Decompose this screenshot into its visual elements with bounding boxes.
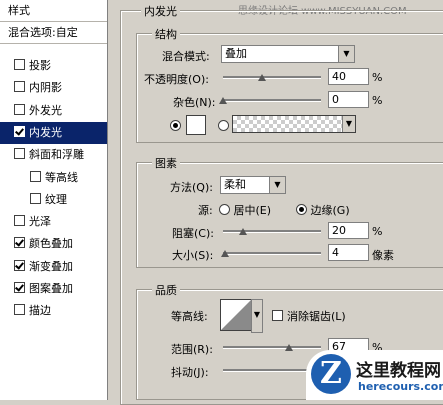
style-checkbox[interactable] [14,282,25,293]
size-slider-thumb[interactable] [220,250,229,257]
style-item[interactable]: 等高线 [0,167,107,189]
style-item-label: 投影 [29,59,51,72]
style-checkbox[interactable] [14,59,25,70]
styles-header[interactable]: 样式 [0,0,107,22]
source-center-label: 居中(E) [233,204,272,217]
style-checkbox[interactable] [14,215,25,227]
gradient-radio[interactable] [218,120,229,133]
choke-input[interactable]: 20 [328,222,369,239]
logo-url: herecours.com [358,380,443,393]
chevron-down-icon[interactable]: ▼ [342,116,355,132]
source-edge-label: 边缘(G) [310,204,350,217]
opacity-unit: % [372,71,383,84]
contour-preview[interactable] [220,299,252,331]
opacity-label: 不透明度(O): [144,73,209,86]
size-label: 大小(S): [172,249,214,262]
method-value: 柔和 [224,178,246,191]
chevron-down-icon[interactable]: ▼ [338,46,354,62]
size-input[interactable]: 4 [328,244,369,261]
source-edge-radio[interactable] [296,204,307,215]
source-edge-option[interactable]: 边缘(G) [296,202,350,218]
source-center-option[interactable]: 居中(E) [219,202,271,218]
range-slider-thumb[interactable] [284,344,293,351]
style-checkbox[interactable] [14,125,25,137]
inner-glow-title: 内发光 [141,3,180,19]
style-item[interactable]: 描边 [0,300,107,322]
style-checkbox[interactable] [14,148,25,160]
opacity-slider-thumb[interactable] [258,74,267,81]
style-item[interactable]: 纹理 [0,189,107,211]
site-logo: Z 这里教程网 herecours.com [306,350,443,400]
style-item-label: 图案叠加 [29,282,73,295]
style-item-label: 描边 [29,304,51,318]
chevron-down-icon[interactable]: ▼ [251,299,263,333]
noise-slider-thumb[interactable] [219,97,227,104]
blend-mode-value: 叠加 [225,47,247,60]
contour-curve-icon [221,300,251,330]
style-item[interactable]: 图案叠加 [0,278,107,300]
opacity-slider-track[interactable] [223,76,321,79]
style-item-label: 纹理 [45,192,67,206]
noise-input[interactable]: 0 [328,91,369,108]
range-slider-track[interactable] [223,346,321,349]
contour-label: 等高线: [171,310,208,323]
anti-alias-option[interactable]: 消除锯齿(L) [272,308,346,324]
method-label: 方法(Q): [170,181,213,194]
styles-list: 样式 混合选项:自定 投影内阴影外发光内发光斜面和浮雕等高线纹理光泽颜色叠加渐变… [0,0,108,400]
glow-color-swatch[interactable] [186,115,206,135]
style-item-label: 等高线 [45,170,78,184]
solid-color-radio[interactable] [170,120,181,133]
gradient-picker[interactable]: ▼ [232,115,356,133]
jitter-label: 抖动(J): [171,366,209,379]
style-checkbox[interactable] [14,237,25,249]
style-checkbox[interactable] [14,304,25,316]
style-item[interactable]: 渐变叠加 [0,256,107,278]
noise-unit: % [372,94,383,107]
noise-slider-track[interactable] [223,99,321,102]
choke-label: 阻塞(C): [172,227,214,240]
elements-title: 图素 [152,155,180,171]
size-slider-track[interactable] [223,252,321,255]
range-label: 范围(R): [171,343,213,356]
noise-label: 杂色(N): [173,96,216,109]
method-select[interactable]: 柔和 ▼ [220,176,286,194]
style-item[interactable]: 内发光 [0,121,107,144]
anti-alias-checkbox[interactable] [272,310,283,321]
style-item-label: 光泽 [29,215,51,229]
logo-title: 这里教程网 [356,361,441,381]
choke-unit: % [372,225,383,238]
style-checkbox[interactable] [30,170,41,182]
style-checkbox[interactable] [14,81,25,93]
style-item[interactable]: 外发光 [0,100,107,122]
structure-title: 结构 [152,26,180,42]
blend-options-item[interactable]: 混合选项:自定 [0,22,107,44]
anti-alias-label: 消除锯齿(L) [287,310,346,323]
source-label: 源: [198,204,213,217]
style-item-label: 外发光 [29,103,62,117]
style-item[interactable]: 颜色叠加 [0,233,107,255]
style-item-label: 内阴影 [29,81,62,95]
style-item-label: 颜色叠加 [29,237,73,251]
choke-slider-thumb[interactable] [238,228,247,235]
logo-z-icon: Z [311,354,351,394]
source-center-radio[interactable] [219,204,230,215]
style-checkbox[interactable] [14,103,25,115]
style-item-label: 渐变叠加 [29,259,73,273]
blend-mode-label: 混合模式: [162,50,210,63]
style-item[interactable]: 内阴影 [0,77,107,99]
opacity-input[interactable]: 40 [328,68,369,85]
size-unit: 像素 [372,249,394,262]
style-item[interactable]: 斜面和浮雕 [0,144,107,166]
style-item-label: 斜面和浮雕 [29,148,84,162]
style-item[interactable]: 光泽 [0,211,107,233]
quality-title: 品质 [152,282,180,298]
blend-mode-select[interactable]: 叠加 ▼ [221,45,355,63]
style-item-label: 内发光 [29,125,62,139]
style-checkbox[interactable] [14,259,25,271]
chevron-down-icon[interactable]: ▼ [269,177,285,193]
style-item[interactable]: 投影 [0,55,107,77]
style-checkbox[interactable] [30,192,41,204]
